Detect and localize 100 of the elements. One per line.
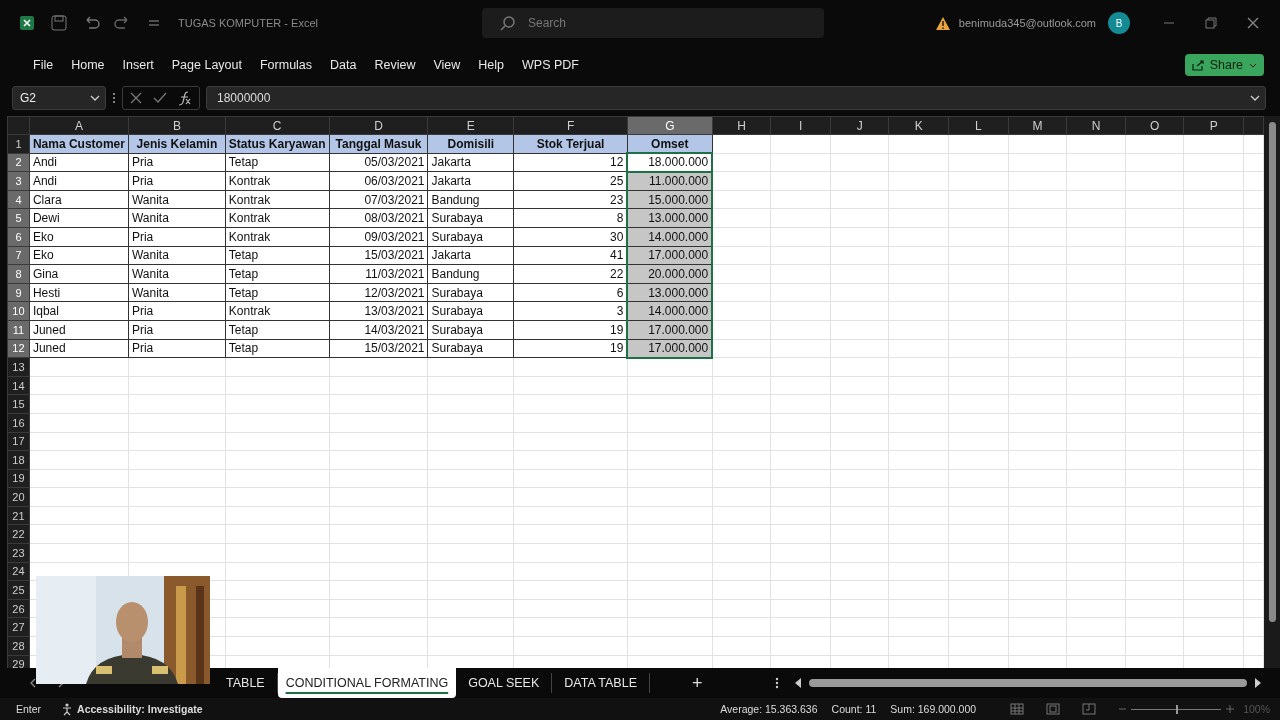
search-icon — [499, 15, 516, 31]
sheet-tab[interactable]: CONDITIONAL FORMATING — [277, 668, 457, 698]
table-cell: Surabaya — [428, 301, 514, 321]
table-cell: Tetap — [225, 246, 330, 265]
table-cell: Iqbal — [29, 301, 129, 321]
table-cell: Kontrak — [225, 208, 330, 228]
table-cell: 15/03/2021 — [329, 246, 428, 265]
avatar[interactable]: B — [1108, 12, 1130, 34]
table-cell: Kontrak — [225, 171, 330, 191]
table-cell: Pria — [128, 171, 226, 191]
table-cell: Surabaya — [428, 227, 514, 247]
previous-sheet-icon[interactable] — [28, 677, 38, 689]
search-field[interactable]: Search — [481, 8, 824, 38]
zoom-in-icon[interactable] — [1225, 704, 1236, 714]
table-cell: 11/03/2021 — [329, 264, 428, 284]
menu-tab[interactable]: Home — [63, 54, 113, 76]
column-header[interactable]: E — [428, 116, 514, 135]
table-cell: Pria — [128, 301, 226, 321]
warning-icon[interactable] — [934, 15, 951, 31]
table-cell: 06/03/2021 — [329, 171, 428, 191]
column-header[interactable]: M — [1008, 116, 1067, 135]
table-cell: Surabaya — [428, 339, 514, 358]
more-icon[interactable] — [774, 677, 779, 689]
table-cell: Tetap — [225, 153, 330, 172]
excel-logo-icon — [18, 14, 36, 32]
menu-tab[interactable]: Insert — [114, 54, 162, 76]
share-button[interactable]: Share — [1184, 54, 1264, 76]
column-header[interactable]: D — [329, 116, 428, 135]
table-cell: Andi — [29, 153, 129, 172]
close-icon[interactable] — [1246, 16, 1260, 30]
table-cell: Pria — [128, 339, 226, 358]
cancel-icon[interactable] — [129, 91, 143, 105]
table-cell: Bandung — [428, 264, 514, 284]
column-header[interactable]: G — [627, 116, 713, 135]
zoom-slider-thumb[interactable] — [1176, 704, 1179, 714]
status-mode: Enter — [16, 703, 42, 715]
table-cell: 15/03/2021 — [329, 339, 428, 358]
menu-tab[interactable]: Data — [322, 54, 365, 76]
sheet-tab[interactable]: GOAL SEEK — [456, 673, 553, 693]
table-cell: Juned — [29, 339, 129, 358]
menu-tab[interactable]: File — [25, 54, 62, 76]
table-cell: Wanita — [128, 190, 226, 209]
table-cell: Kontrak — [225, 227, 330, 247]
table-cell: Eko — [29, 246, 129, 265]
sheet-tab[interactable]: DATA TABLE — [552, 673, 650, 693]
column-header[interactable]: K — [888, 116, 949, 135]
name-box[interactable]: G2 — [12, 86, 106, 110]
enter-check-icon[interactable] — [153, 91, 167, 105]
table-cell: Kontrak — [225, 190, 330, 209]
insert-function-icon[interactable] — [177, 90, 193, 106]
column-header[interactable]: L — [948, 116, 1009, 135]
table-cell: Clara — [29, 190, 129, 209]
table-cell: Eko — [29, 227, 129, 247]
add-sheet-button[interactable]: + — [686, 668, 709, 698]
table-cell: Jakarta — [428, 153, 514, 172]
more-icon[interactable] — [112, 91, 116, 105]
page-layout-icon[interactable] — [1046, 703, 1061, 715]
column-header[interactable]: N — [1066, 116, 1126, 135]
horizontal-scrollbar-thumb[interactable] — [808, 679, 1247, 687]
column-header[interactable]: C — [225, 116, 330, 135]
column-header[interactable]: O — [1125, 116, 1184, 135]
accessibility-status[interactable]: Accessibility: Investigate — [61, 702, 203, 716]
table-cell: Jakarta — [428, 246, 514, 265]
table-cell: Wanita — [128, 283, 226, 302]
scroll-right-icon[interactable] — [1252, 677, 1263, 689]
formula-field[interactable]: 18000000 — [206, 86, 1266, 110]
caret-icon — [1248, 61, 1258, 69]
menu-tab[interactable]: Help — [470, 54, 513, 76]
normal-view-icon[interactable] — [1010, 703, 1025, 715]
restore-icon[interactable] — [1204, 16, 1218, 30]
vertical-scrollbar-thumb[interactable] — [1268, 122, 1276, 622]
column-header[interactable]: A — [29, 116, 129, 135]
menu-tab[interactable]: Review — [366, 54, 424, 76]
save-icon[interactable] — [50, 14, 68, 32]
menu-tab[interactable]: Formulas — [251, 54, 321, 76]
account-email[interactable]: benimuda345@outlook.com — [958, 17, 1096, 29]
column-header[interactable]: H — [712, 116, 771, 135]
table-cell: 09/03/2021 — [329, 227, 428, 247]
table-cell: Pria — [128, 153, 226, 172]
column-header[interactable]: F — [513, 116, 628, 135]
page-break-icon[interactable] — [1082, 703, 1097, 715]
table-cell: Wanita — [128, 246, 226, 265]
menu-tab[interactable]: Page Layout — [163, 54, 250, 76]
table-cell: 14/03/2021 — [329, 320, 428, 340]
table-cell: Surabaya — [428, 320, 514, 340]
column-header[interactable]: J — [830, 116, 889, 135]
menu-tab[interactable]: View — [425, 54, 469, 76]
sheet-tab[interactable]: TABLE — [214, 673, 278, 693]
table-cell: Andi — [29, 171, 129, 191]
table-cell: Hesti — [29, 283, 129, 302]
column-header[interactable]: I — [770, 116, 831, 135]
table-cell: 12/03/2021 — [329, 283, 428, 302]
table-cell: 08/03/2021 — [329, 208, 428, 228]
menu-tab[interactable]: WPS PDF — [514, 54, 587, 76]
column-header[interactable]: P — [1183, 116, 1244, 135]
search-input[interactable]: Search — [525, 15, 810, 31]
table-cell: Tetap — [225, 264, 330, 284]
table-cell: Tetap — [225, 283, 330, 302]
table-cell: Juned — [29, 320, 129, 340]
column-header[interactable]: B — [128, 116, 226, 135]
